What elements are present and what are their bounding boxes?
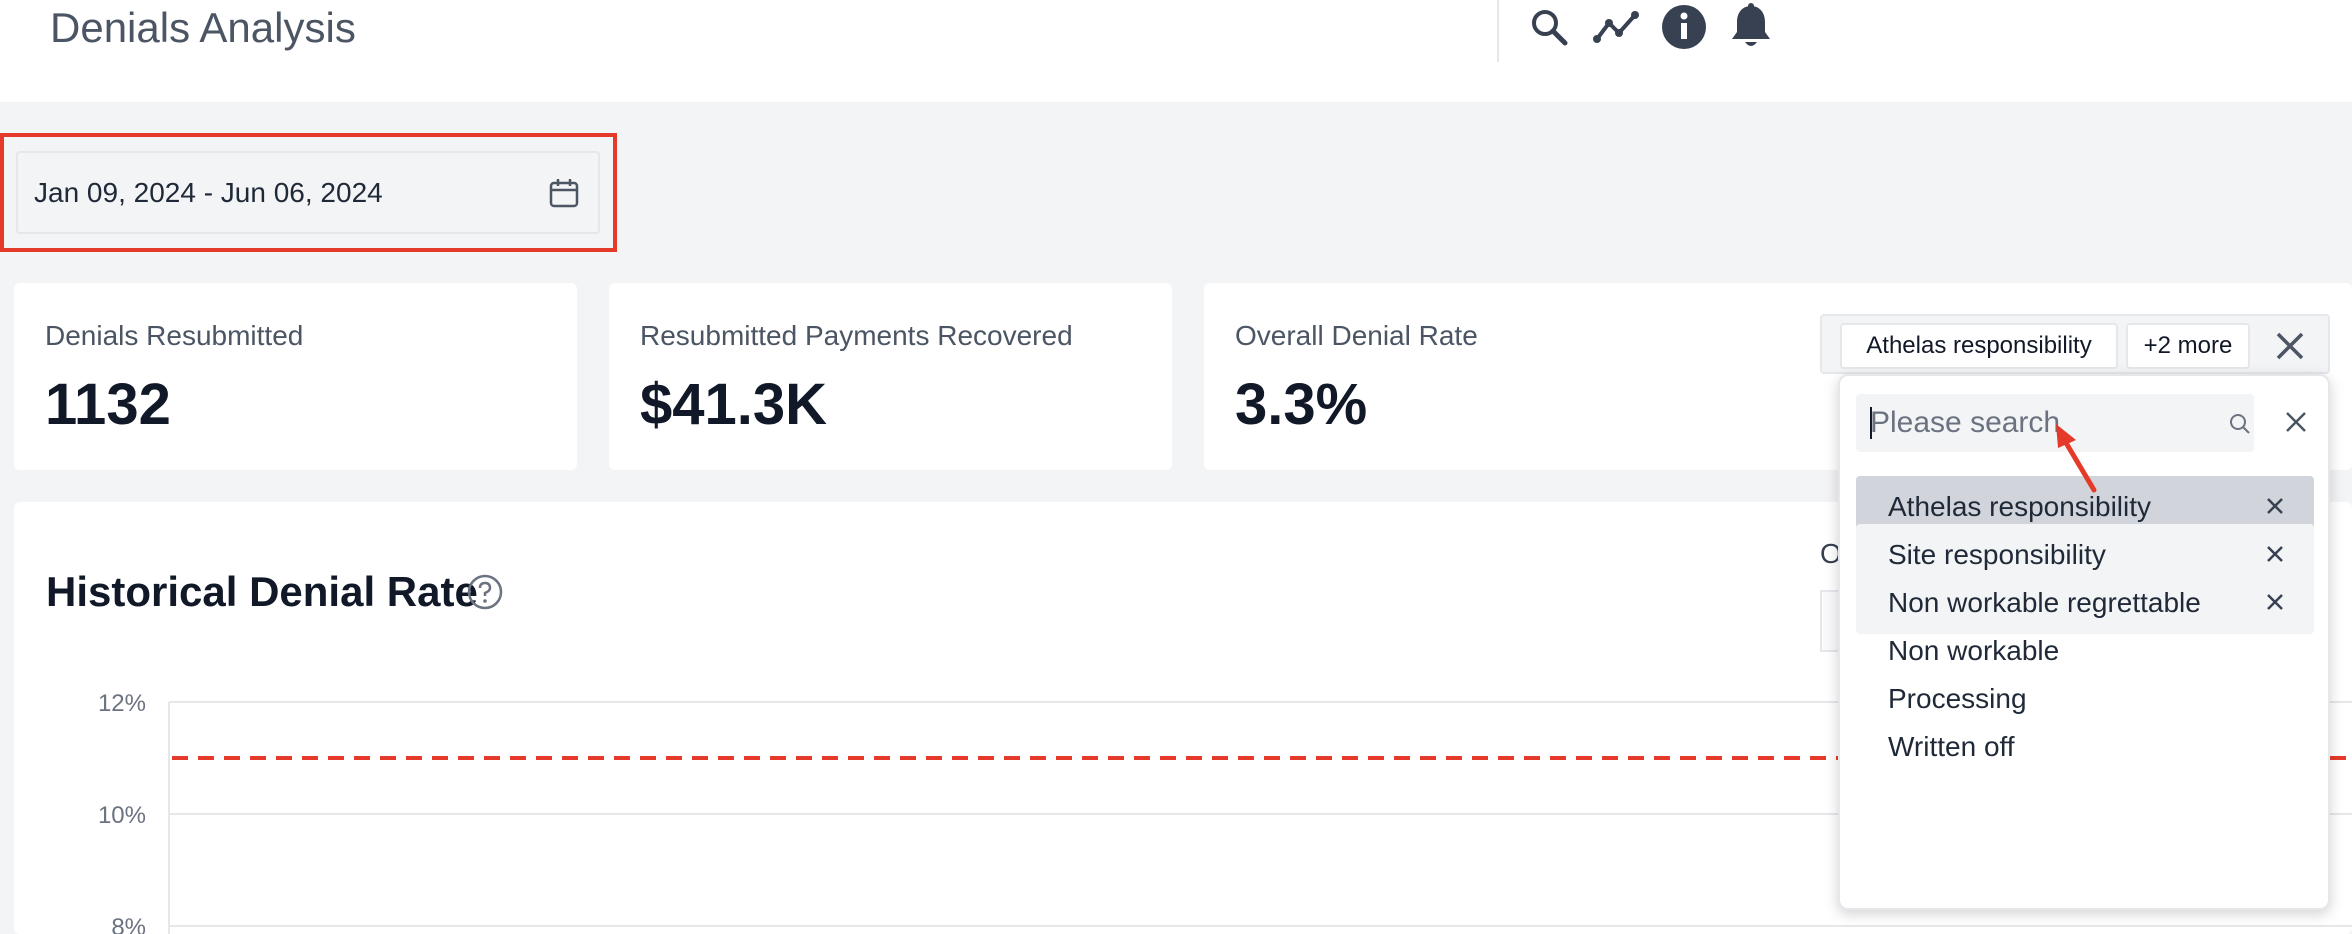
calendar-icon[interactable] (548, 177, 580, 214)
stat-value: $41.3K (640, 372, 828, 437)
filter-option-label: Processing (1888, 683, 2027, 714)
filter-option-label: Non workable regrettable (1888, 587, 2201, 618)
stat-value: 3.3% (1235, 372, 1368, 437)
search-icon[interactable] (1524, 2, 1574, 52)
filter-option-label: Written off (1888, 731, 2015, 762)
trend-icon[interactable] (1592, 2, 1642, 52)
remove-option-icon[interactable] (2260, 491, 2290, 528)
search-input[interactable] (1856, 394, 2196, 452)
text-caret (1870, 407, 1872, 439)
y-tick-label: 8% (111, 914, 146, 934)
page-title: Denials Analysis (50, 4, 356, 51)
filter-option-label: Athelas responsibility (1888, 491, 2152, 522)
help-icon[interactable] (467, 574, 503, 615)
y-tick-label: 10% (98, 802, 146, 829)
topbar-divider (1497, 0, 1499, 62)
stat-label: Overall Denial Rate (1235, 320, 1478, 351)
annotation-arrow (2056, 424, 2097, 493)
stat-label: Resubmitted Payments Recovered (640, 320, 1073, 351)
remove-option-icon[interactable] (2260, 539, 2290, 576)
date-range-picker[interactable]: Jan 09, 2024 - Jun 06, 2024 (16, 151, 600, 234)
stat-card-payments-recovered: Resubmitted Payments Recovered $41.3K (609, 283, 1172, 470)
filter-more-chip[interactable]: +2 more (2126, 323, 2250, 369)
clear-filter-icon[interactable] (2270, 326, 2310, 366)
search-icon (2228, 412, 2252, 441)
filter-option[interactable]: Written off (1856, 716, 2314, 778)
stat-card-denials-resubmitted: Denials Resubmitted 1132 (14, 283, 577, 470)
info-icon[interactable] (1659, 2, 1709, 52)
close-icon[interactable] (2276, 402, 2316, 442)
stat-label: Denials Resubmitted (45, 320, 304, 351)
filter-option-label: Non workable (1888, 635, 2060, 666)
remove-option-icon[interactable] (2260, 587, 2290, 624)
panel-title: Historical Denial Rate (46, 568, 478, 615)
bell-icon[interactable] (1726, 2, 1776, 52)
filter-option-label: Site responsibility (1888, 539, 2106, 570)
filter-select[interactable]: Athelas responsibility +2 more (1820, 314, 2330, 374)
top-bar: Denials Analysis (0, 0, 2352, 102)
stat-value: 1132 (45, 372, 171, 437)
date-range-value: Jan 09, 2024 - Jun 06, 2024 (34, 176, 383, 208)
y-tick-label: 12% (98, 690, 146, 717)
filter-chip[interactable]: Athelas responsibility (1840, 323, 2118, 369)
